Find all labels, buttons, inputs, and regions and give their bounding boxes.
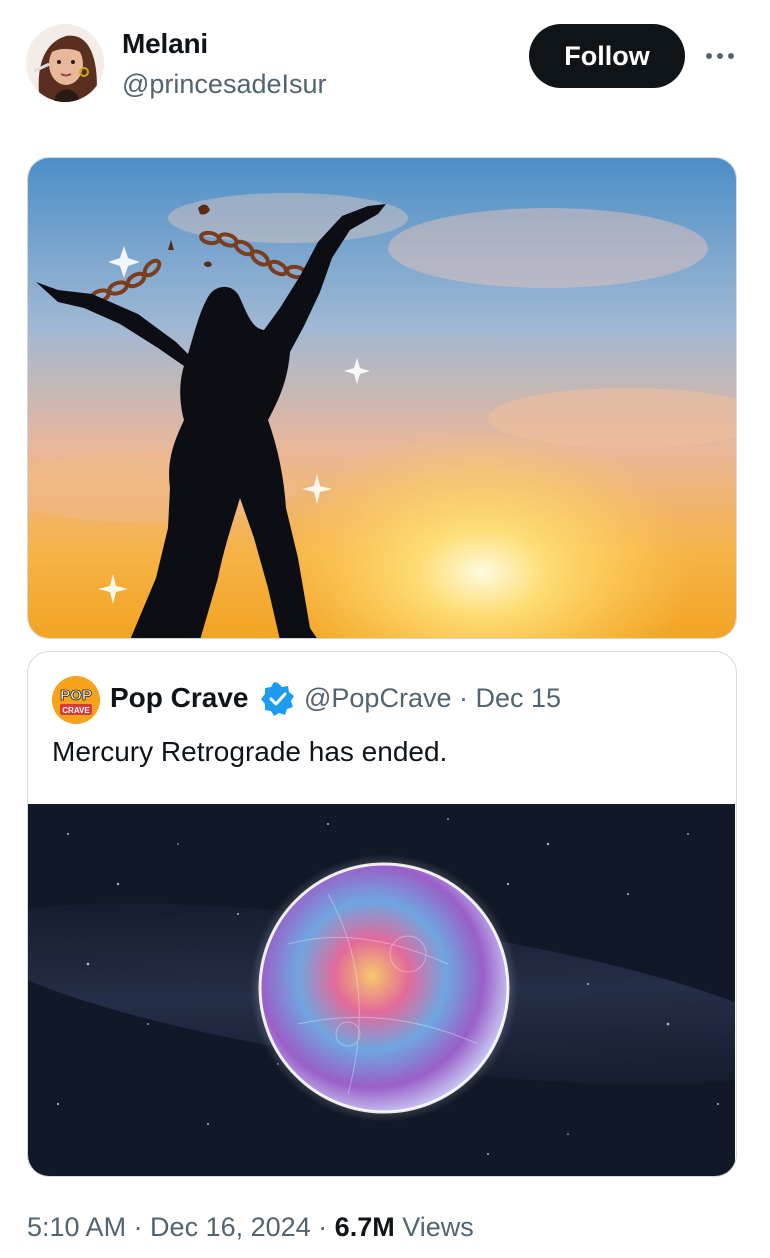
views-count: 6.7M <box>334 1212 395 1242</box>
post-timestamp-views: 5:10 AM · Dec 16, 2024 · 6.7M Views <box>27 1212 474 1243</box>
author-display-name[interactable]: Melani <box>122 28 208 60</box>
mercury-planet-image <box>28 804 736 1176</box>
views-label: Views <box>394 1212 474 1242</box>
author-avatar[interactable] <box>26 24 104 102</box>
follow-button[interactable]: Follow <box>529 24 685 88</box>
pop-crave-logo-top-text: POP <box>60 687 92 704</box>
quoted-handle-date: @PopCrave · Dec 15 <box>304 683 562 713</box>
cartoon-woman-avatar-icon <box>26 24 104 102</box>
sunset-silhouette-broken-chains-image <box>28 158 736 638</box>
quoted-post-image[interactable] <box>28 804 736 1176</box>
quoted-post-card[interactable]: POP CRAVE Pop Crave @PopCrave · Dec 15 M… <box>27 651 737 1177</box>
author-handle[interactable]: @princesadeIsur <box>122 69 327 100</box>
pop-crave-logo-bottom-text: CRAVE <box>62 706 90 715</box>
quoted-display-name: Pop Crave <box>110 682 249 713</box>
quoted-text: Mercury Retrograde has ended. <box>52 736 448 767</box>
post-image[interactable] <box>27 157 737 639</box>
more-dots-icon[interactable] <box>702 42 738 70</box>
pop-crave-avatar[interactable]: POP CRAVE <box>52 676 100 724</box>
pop-crave-logo-icon: POP CRAVE <box>52 676 100 724</box>
verified-badge-icon <box>261 682 295 716</box>
post-time-date[interactable]: 5:10 AM · Dec 16, 2024 · <box>27 1212 335 1242</box>
